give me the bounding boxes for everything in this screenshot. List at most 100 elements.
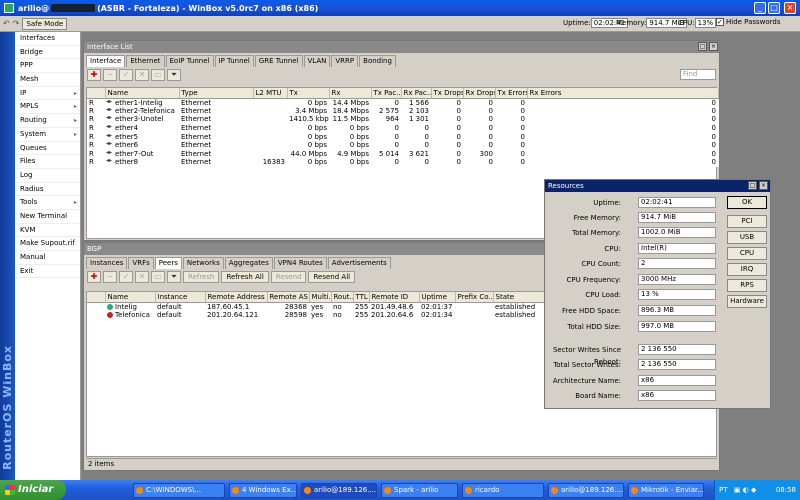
interface-tab-gre-tunnel[interactable]: GRE Tunnel [254, 55, 303, 67]
interface-column-header[interactable]: Rx Errors [527, 88, 719, 99]
menu-item-interfaces[interactable]: Interfaces [15, 32, 80, 46]
start-button[interactable]: Iniciar [0, 480, 66, 500]
interface-tab-ethernet[interactable]: Ethernet [126, 55, 165, 67]
add-icon[interactable]: ✚ [87, 69, 101, 81]
bgp-comment-icon[interactable]: ▭ [151, 271, 165, 283]
menu-item-ppp[interactable]: PPP [15, 59, 80, 74]
usb-button[interactable]: USB [727, 231, 767, 244]
bgp-tab-vpn4-routes[interactable]: VPN4 Routes [273, 257, 327, 269]
bgp-tab-aggregates[interactable]: Aggregates [224, 257, 273, 269]
enable-icon[interactable]: ✓ [119, 69, 133, 81]
menu-item-system[interactable]: System ▸ [15, 128, 80, 142]
refresh-button[interactable]: Refresh [183, 271, 220, 283]
menu-item-routing[interactable]: Routing ▸ [15, 114, 80, 128]
menu-item-mpls[interactable]: MPLS ▸ [15, 100, 80, 115]
interface-column-header[interactable]: Tx [287, 88, 330, 99]
menu-item-exit[interactable]: Exit [15, 265, 80, 279]
interface-column-header[interactable]: Type [179, 88, 254, 99]
table-row[interactable]: Rether6 Ethernet 0 bps 0 bps 0 0 0 0 0 0 [87, 141, 718, 150]
table-row[interactable]: Rether1-Intelig Ethernet 0 bps 14.4 Mbps 0 1 … [87, 98, 718, 107]
interface-column-header[interactable]: Rx Pac... [401, 88, 432, 99]
interface-column-header[interactable]: Tx Drops [431, 88, 464, 99]
taskbar-task[interactable]: 4 Windows Ex... [229, 483, 297, 498]
interface-list-maximize-button[interactable]: □ [698, 42, 707, 51]
menu-item-ip[interactable]: IP ▸ [15, 87, 80, 101]
menu-item-tools[interactable]: Tools ▸ [15, 196, 80, 210]
pci-button[interactable]: PCI [727, 215, 767, 228]
menu-item-bridge[interactable]: Bridge [15, 46, 80, 60]
table-row[interactable]: Rether3-Unotel Ethernet 1410.5 kbps11.5 Mb… [87, 115, 718, 124]
interface-find-input[interactable]: Find [680, 69, 716, 80]
menu-item-kvm[interactable]: KVM [15, 224, 80, 238]
rps-button[interactable]: RPS [727, 279, 767, 292]
safe-mode-button[interactable]: Safe Mode [22, 17, 68, 30]
bgp-column-header[interactable]: Remote Address [205, 292, 268, 303]
bgp-column-header[interactable]: Multi... [309, 292, 332, 303]
interface-column-header[interactable]: Tx Pac... [371, 88, 402, 99]
bgp-column-header[interactable]: Remote AS [267, 292, 310, 303]
filter-icon[interactable]: ⏷ [167, 69, 181, 81]
interface-tab-eoip-tunnel[interactable]: EoIP Tunnel [165, 55, 214, 67]
bgp-add-icon[interactable]: ✚ [87, 271, 101, 283]
interface-tab-vlan[interactable]: VLAN [303, 55, 331, 67]
comment-icon[interactable]: ▭ [151, 69, 165, 81]
bgp-filter-icon[interactable]: ⏷ [167, 271, 181, 283]
hide-passwords-checkbox[interactable]: ✓ [716, 18, 724, 26]
bgp-column-header[interactable]: Rout... [331, 292, 354, 303]
bgp-tab-advertisements[interactable]: Advertisements [327, 257, 391, 269]
resources-maximize-button[interactable]: □ [748, 181, 757, 190]
taskbar-task[interactable]: C:\WINDOWS\... [133, 483, 225, 498]
interface-tab-vrrp[interactable]: VRRP [331, 55, 359, 67]
bgp-column-header[interactable]: Name [105, 292, 156, 303]
resend-all-button[interactable]: Resend All [308, 271, 356, 283]
hide-passwords-toggle[interactable]: ✓ Hide Passwords [716, 18, 781, 26]
network-icon[interactable]: ▣ [734, 486, 741, 494]
interface-column-header[interactable]: Rx Drops [463, 88, 496, 99]
interface-column-header[interactable]: Rx [329, 88, 372, 99]
bgp-tab-instances[interactable]: Instances [86, 257, 128, 269]
cpu-button[interactable]: CPU [727, 247, 767, 260]
bgp-tab-peers[interactable]: Peers [154, 257, 182, 269]
bgp-column-header[interactable]: Prefix Co... [455, 292, 494, 303]
resources-close-button[interactable]: × [759, 181, 768, 190]
taskbar-task[interactable]: Mikrotik - Enviar... [628, 483, 704, 498]
ok-button[interactable]: OK [727, 196, 767, 209]
bgp-enable-icon[interactable]: ✓ [119, 271, 133, 283]
undo-icon[interactable]: ↶ [3, 19, 10, 28]
hardware-button[interactable]: Hardware [727, 295, 767, 308]
interface-column-header[interactable] [87, 88, 106, 99]
menu-item-log[interactable]: Log [15, 169, 80, 183]
interface-tab-ip-tunnel[interactable]: IP Tunnel [214, 55, 254, 67]
table-row[interactable]: Rether2-Telefonica Ethernet 3.4 Mbps 18.4 M… [87, 107, 718, 116]
table-row[interactable]: Rether4 Ethernet 0 bps 0 bps 0 0 0 0 0 0 [87, 124, 718, 133]
taskbar-task[interactable]: Spark - arilio [381, 483, 458, 498]
disable-icon[interactable]: ✕ [135, 69, 149, 81]
bgp-remove-icon[interactable]: − [103, 271, 117, 283]
refresh-all-button[interactable]: Refresh All [221, 271, 269, 283]
remove-icon[interactable]: − [103, 69, 117, 81]
bgp-tab-networks[interactable]: Networks [182, 257, 224, 269]
interface-column-header[interactable]: L2 MTU [253, 88, 288, 99]
volume-icon[interactable]: ◐ [743, 486, 749, 494]
menu-item-radius[interactable]: Radius [15, 183, 80, 197]
menu-item-new-terminal[interactable]: New Terminal [15, 210, 80, 224]
taskbar-task[interactable]: arilio@189.126.... [301, 483, 377, 498]
menu-item-files[interactable]: Files [15, 155, 80, 169]
interface-tab-bonding[interactable]: Bonding [359, 55, 396, 67]
bgp-disable-icon[interactable]: ✕ [135, 271, 149, 283]
interface-column-header[interactable]: Tx Errors [495, 88, 528, 99]
redo-icon[interactable]: ↷ [13, 19, 20, 28]
taskbar-task[interactable]: arilio@189.126.... [548, 483, 624, 498]
bgp-column-header[interactable]: TTL [353, 292, 370, 303]
language-indicator[interactable]: PT [719, 486, 728, 494]
close-button[interactable]: × [784, 2, 796, 14]
table-row[interactable]: Rether5 Ethernet 0 bps 0 bps 0 0 0 0 0 0 [87, 132, 718, 141]
table-row[interactable]: Rether8 Ethernet 16383 0 bps 0 bps 0 0 0 0 0 0 [87, 158, 718, 167]
interface-list-close-button[interactable]: × [709, 42, 718, 51]
table-row[interactable]: Rether7-Out Ethernet 44.0 Mbps 4.9 Mbps 5 01… [87, 150, 718, 159]
menu-item-make-supout-rif[interactable]: Make Supout.rif [15, 237, 80, 251]
bgp-column-header[interactable]: Remote ID [369, 292, 420, 303]
bgp-tab-vrfs[interactable]: VRFs [128, 257, 154, 269]
bgp-column-header[interactable]: Instance [155, 292, 206, 303]
menu-item-queues[interactable]: Queues [15, 142, 80, 156]
